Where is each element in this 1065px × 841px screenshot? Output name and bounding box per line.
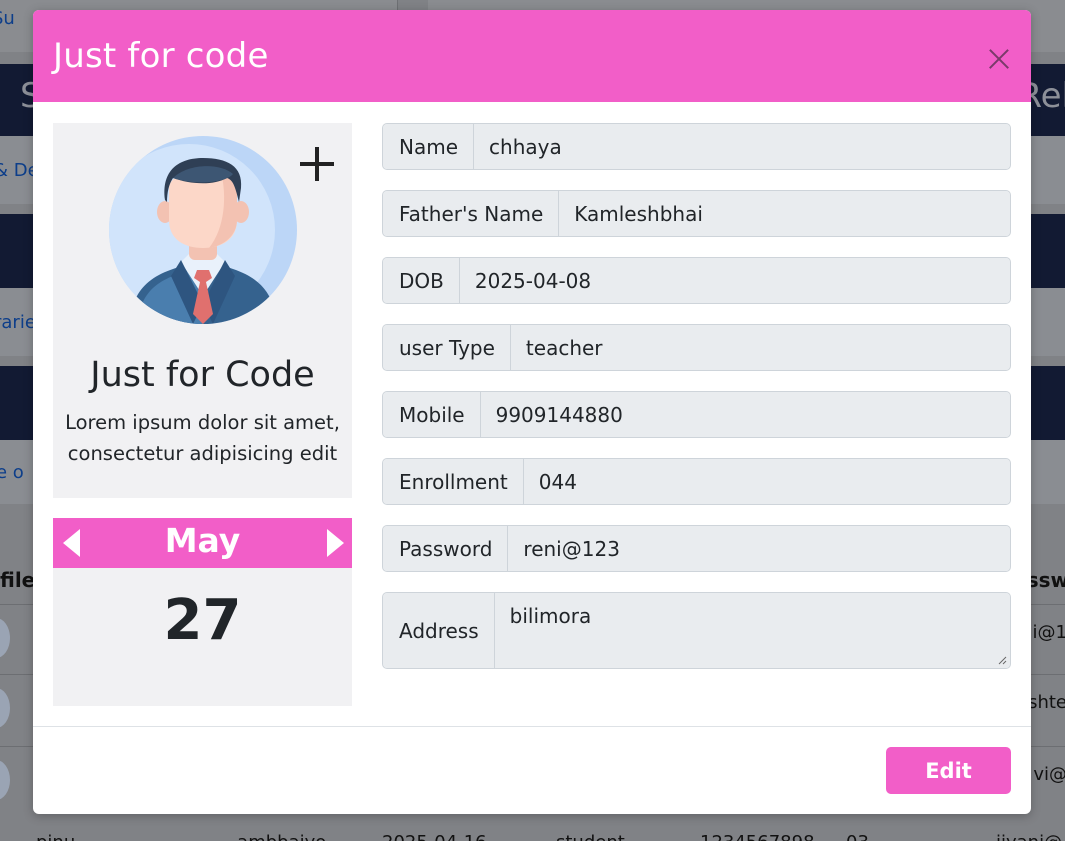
dob-field[interactable] — [459, 258, 1010, 303]
profile-description: Lorem ipsum dolor sit amet, consectetur … — [65, 411, 340, 465]
background-cell: 2025-04-16 — [382, 832, 487, 841]
modal-footer: Edit — [33, 726, 1031, 814]
background-table-header: file — [0, 568, 36, 592]
background-cell: ...ambbaiyo — [220, 832, 326, 841]
background-link: rarie — [0, 312, 36, 333]
father-name-field[interactable] — [559, 191, 1010, 236]
background-avatar — [0, 688, 10, 728]
enrollment-input-group: Enrollment — [382, 458, 1011, 505]
enrollment-field[interactable] — [523, 459, 1010, 504]
calendar-widget: May 27 — [53, 518, 352, 706]
dob-input-group: DOB — [382, 257, 1011, 304]
name-label: Name — [383, 124, 475, 169]
arrow-right-icon[interactable] — [327, 529, 344, 557]
password-field[interactable] — [508, 526, 1010, 571]
mobile-input-group: Mobile — [382, 391, 1011, 438]
password-input-group: Password — [382, 525, 1011, 572]
background-avatar — [0, 618, 10, 658]
dob-label: DOB — [383, 258, 460, 303]
background-link: e o — [0, 462, 24, 483]
user-type-input-group: user Type — [382, 324, 1011, 371]
father-name-label: Father's Name — [383, 191, 560, 236]
profile-modal: Just for code Just for Code Lorem ipsum … — [33, 10, 1031, 814]
modal-title: Just for code — [53, 36, 269, 76]
background-cell: shte — [1028, 692, 1065, 713]
calendar-header: May — [53, 518, 352, 568]
background-cell: 1234567898 — [700, 832, 815, 841]
profile-name: Just for Code — [90, 355, 315, 395]
background-cell: jiyani@ — [996, 832, 1062, 841]
address-field[interactable]: bilimora — [494, 593, 1010, 668]
name-input-group: Name — [382, 123, 1011, 170]
background-cell: pinu... — [36, 832, 92, 841]
close-icon[interactable] — [983, 44, 1013, 74]
calendar-day: 27 — [163, 588, 242, 653]
address-label: Address — [383, 593, 495, 668]
password-label: Password — [383, 526, 509, 571]
background-table-header: ssw — [1026, 568, 1065, 592]
address-input-group: Address bilimora — [382, 592, 1011, 669]
background-cell: 03 — [846, 832, 869, 841]
name-field[interactable] — [474, 124, 1010, 169]
user-type-field[interactable] — [510, 325, 1010, 370]
businessman-avatar-icon — [109, 136, 297, 324]
background-link: Su — [0, 8, 15, 29]
enrollment-label: Enrollment — [383, 459, 524, 504]
user-type-label: user Type — [383, 325, 511, 370]
mobile-label: Mobile — [383, 392, 481, 437]
calendar-month: May — [164, 521, 241, 560]
modal-header: Just for code — [33, 10, 1031, 102]
profile-form: Name Father's Name DOB user Type Mobile … — [382, 123, 1011, 689]
edit-button[interactable]: Edit — [886, 747, 1011, 794]
background-cell: student — [556, 832, 625, 841]
plus-icon[interactable] — [298, 145, 336, 183]
background-avatar — [0, 760, 10, 800]
mobile-field[interactable] — [480, 392, 1010, 437]
background-cell: vi@ — [1033, 764, 1065, 785]
modal-body: Just for Code Lorem ipsum dolor sit amet… — [33, 102, 1031, 726]
father-name-input-group: Father's Name — [382, 190, 1011, 237]
profile-card: Just for Code Lorem ipsum dolor sit amet… — [53, 123, 352, 498]
